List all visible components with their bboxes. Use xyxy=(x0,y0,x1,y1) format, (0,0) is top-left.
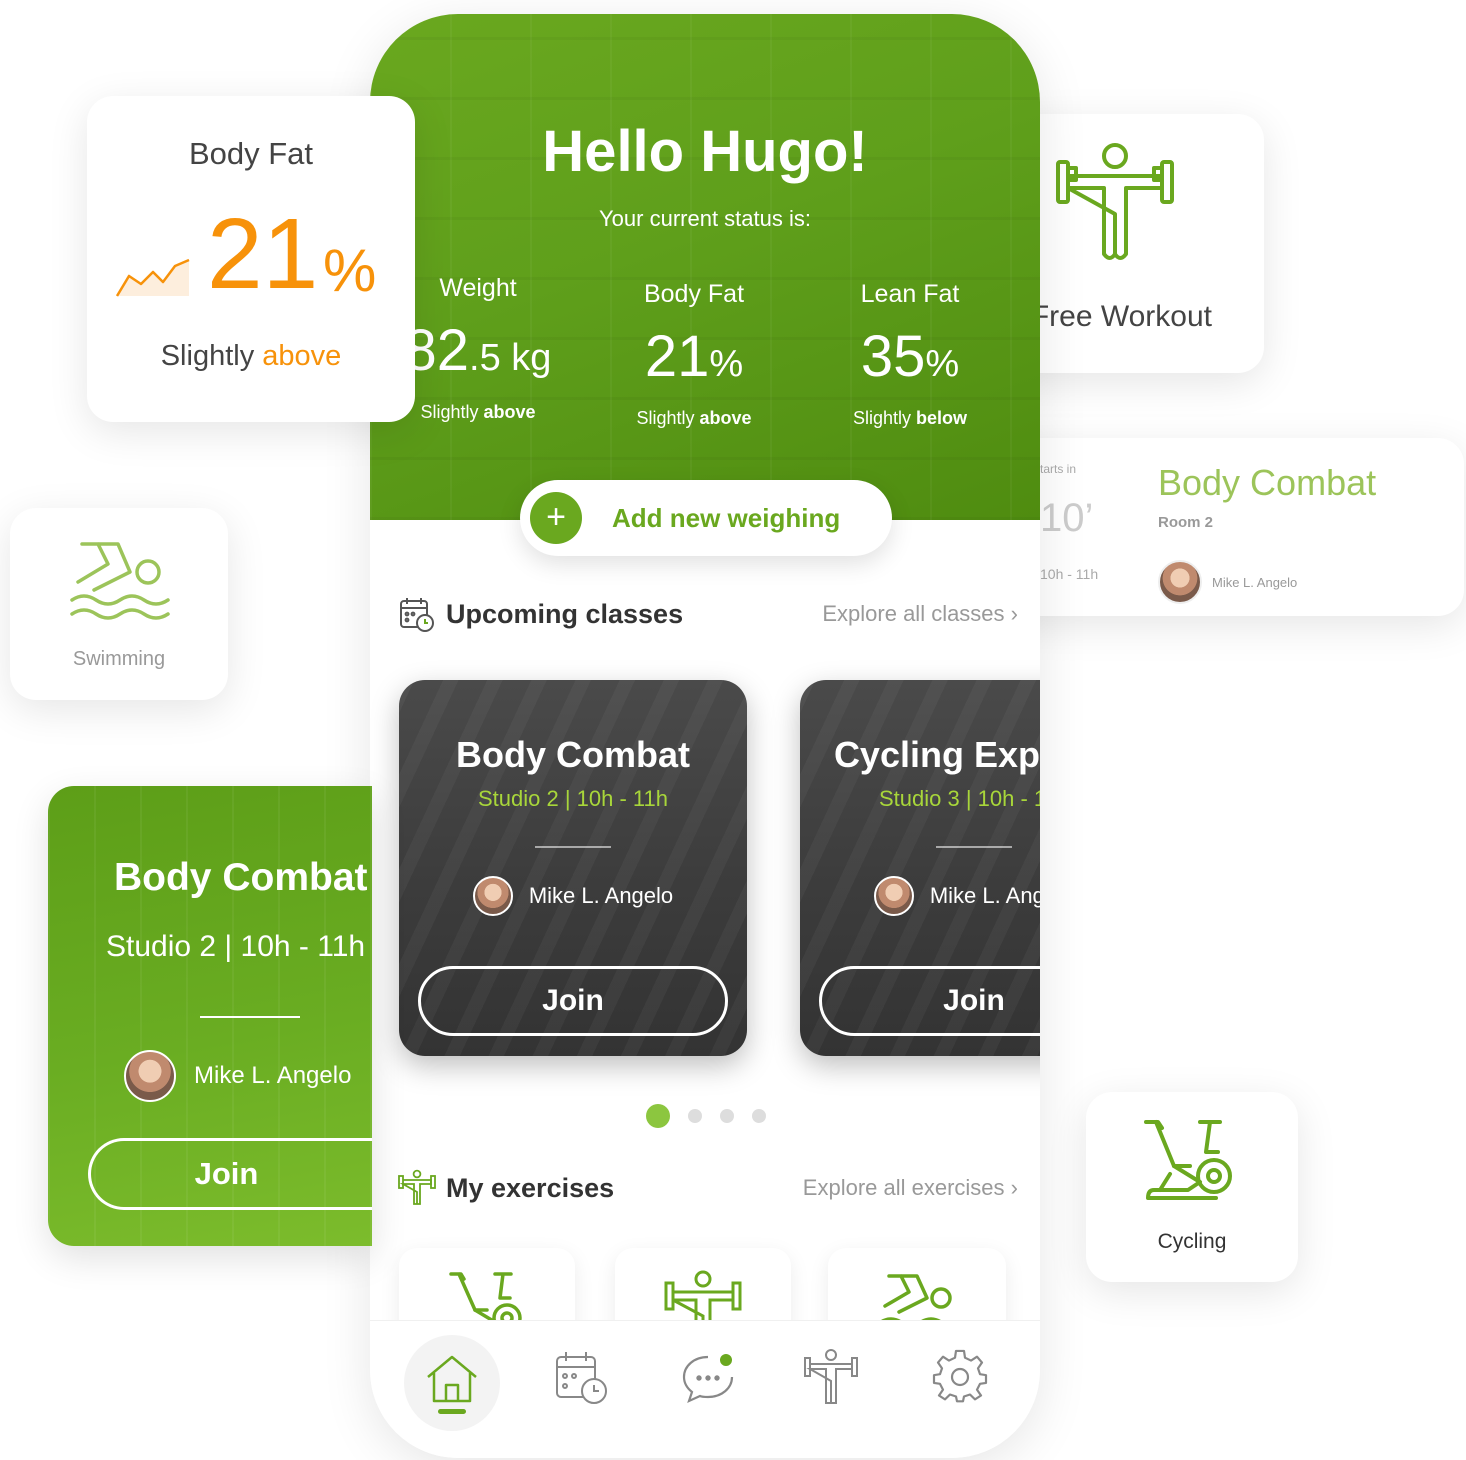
stat-status: Slightly above xyxy=(636,408,752,428)
swimming-label: Swimming xyxy=(72,648,166,670)
bike-icon xyxy=(1144,1120,1232,1200)
swimming-card[interactable]: Swimming xyxy=(10,508,228,700)
divider xyxy=(200,1016,300,1018)
status-header: Hello Hugo! Your current status is: Weig… xyxy=(370,14,1040,520)
divider xyxy=(535,846,611,848)
avatar xyxy=(472,876,513,916)
class-time: 10h - 11h xyxy=(1040,566,1099,582)
tab-home[interactable] xyxy=(404,1335,500,1431)
trend-chart-icon xyxy=(115,258,190,297)
my-exercises-header: My exercises Explore all exercises › xyxy=(398,1166,1018,1210)
class-info: Studio 3 | 10h - 11h xyxy=(879,786,1040,811)
tab-chat[interactable] xyxy=(680,1349,736,1405)
stat-value: 35% xyxy=(860,324,960,389)
chevron-right-icon: › xyxy=(1010,601,1018,626)
cycling-card[interactable]: Cycling xyxy=(1086,1092,1298,1282)
class-info: Studio 2 | 10h - 11h xyxy=(106,930,366,963)
carousel-dot-4[interactable] xyxy=(752,1109,766,1123)
coach: Mike L. Angelo xyxy=(800,876,1040,916)
section-title: My exercises xyxy=(446,1172,615,1203)
swimmer-icon xyxy=(70,542,170,620)
coach-name: Mike L. Angelo xyxy=(194,1062,352,1089)
divider xyxy=(936,846,1012,848)
add-weighing-button[interactable]: + Add new weighing xyxy=(520,480,892,556)
coach-name: Mike L. Angelo xyxy=(929,883,1040,908)
stat-label: Body Fat xyxy=(643,280,745,308)
add-weighing-label: Add new weighing xyxy=(612,502,841,533)
body-fat-unit: % xyxy=(323,237,377,304)
join-button[interactable]: Join xyxy=(819,966,1040,1036)
coach: Mike L. Angelo xyxy=(1158,560,1297,604)
phone-screen: Hello Hugo! Your current status is: Weig… xyxy=(370,14,1040,1458)
calendar-clock-icon xyxy=(556,1352,607,1404)
class-name: Cycling Express xyxy=(833,734,1040,775)
join-button[interactable]: Join xyxy=(418,966,728,1036)
dumbbell-person-icon xyxy=(1056,143,1174,260)
status-line: Your current status is: xyxy=(599,206,811,231)
carousel-dot-2[interactable] xyxy=(688,1109,702,1123)
stat-label: Lean Fat xyxy=(860,280,960,308)
class-name: Body Combat xyxy=(114,856,368,899)
tab-exercises[interactable] xyxy=(803,1349,859,1405)
class-card[interactable]: Cycling Express Studio 3 | 10h - 11h Mik… xyxy=(800,680,1040,1056)
section-title: Upcoming classes xyxy=(446,598,684,629)
tab-schedule[interactable] xyxy=(554,1349,610,1405)
featured-class-card[interactable]: Body Combat Studio 2 | 10h - 11h Mike L.… xyxy=(48,786,372,1246)
active-indicator xyxy=(438,1409,466,1414)
carousel-dot-3[interactable] xyxy=(720,1109,734,1123)
class-card[interactable]: Body Combat Studio 2 | 10h - 11h Mike L.… xyxy=(399,680,747,1056)
dumbbell-person-icon xyxy=(804,1349,858,1404)
stat-lean-fat[interactable]: Lean Fat 35% Slightly below xyxy=(800,280,1020,429)
explore-exercises-link[interactable]: Explore all exercises › xyxy=(803,1175,1018,1201)
cycling-label: Cycling xyxy=(1157,1230,1227,1253)
stat-body-fat[interactable]: Body Fat 21% Slightly above xyxy=(584,280,804,429)
chat-icon xyxy=(682,1352,734,1404)
card-title: Body Fat xyxy=(188,136,314,171)
plus-icon: + xyxy=(530,492,582,544)
coach-name: Mike L. Angelo xyxy=(1212,574,1298,590)
chevron-right-icon: › xyxy=(1010,1175,1018,1200)
upcoming-classes-header: Upcoming classes Explore all classes › xyxy=(398,592,1018,636)
coach: Mike L. Angelo xyxy=(124,1050,351,1102)
calendar-clock-icon xyxy=(400,598,434,632)
greeting: Hello Hugo! xyxy=(542,119,868,184)
home-icon xyxy=(427,1355,477,1403)
stat-value: 21% xyxy=(644,324,744,389)
stat-status: Slightly below xyxy=(852,408,968,428)
carousel-dot-1[interactable] xyxy=(646,1104,670,1128)
class-room: Room 2 xyxy=(1158,514,1214,531)
class-info: Studio 2 | 10h - 11h xyxy=(478,786,668,811)
tab-settings[interactable] xyxy=(932,1349,988,1405)
avatar xyxy=(873,876,914,916)
carousel-pagination xyxy=(646,1104,766,1128)
starts-in-minutes: 10’ xyxy=(1040,496,1094,540)
body-fat-card[interactable]: Body Fat 21 % Slightly above xyxy=(87,96,415,422)
class-name: Body Combat xyxy=(1158,462,1377,503)
join-button[interactable]: Join xyxy=(88,1138,372,1210)
body-fat-value: 21 xyxy=(207,198,319,310)
tab-bar xyxy=(370,1320,1040,1458)
body-fat-status: Slightly above xyxy=(160,340,342,372)
class-detail-card[interactable]: Starts in 10’ 10h - 11h Body Combat Room… xyxy=(1000,438,1464,616)
dumbbell-person-icon xyxy=(398,1169,436,1205)
explore-classes-link[interactable]: Explore all classes › xyxy=(822,601,1018,627)
coach-name: Mike L. Angelo xyxy=(528,883,674,908)
coach: Mike L. Angelo xyxy=(399,876,747,916)
class-name: Body Combat xyxy=(456,734,690,775)
gear-icon xyxy=(932,1349,988,1403)
avatar xyxy=(1158,560,1202,604)
avatar xyxy=(124,1050,176,1102)
